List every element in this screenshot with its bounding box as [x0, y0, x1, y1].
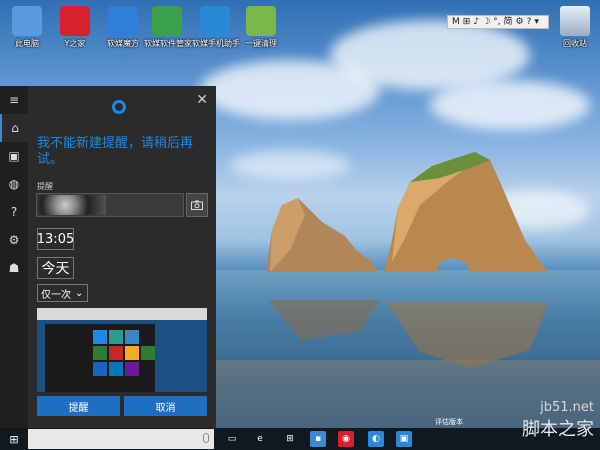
- cancel-button[interactable]: 取消: [124, 396, 207, 416]
- language-bar-item[interactable]: °,: [493, 16, 500, 28]
- language-bar-item[interactable]: ☽: [482, 16, 490, 28]
- language-bar-item[interactable]: ?: [527, 16, 532, 28]
- desktop-shortcut[interactable]: 一键清理: [238, 6, 284, 49]
- language-bar-item[interactable]: ♪: [473, 16, 479, 28]
- cortana-panel: ✕ 我不能新建提醒，请稍后再试。 提醒 13:05 今天 仅一次 ⌄ 提醒 取消: [28, 86, 216, 428]
- preview-start-menu: [45, 324, 155, 392]
- reminder-section-label: 提醒: [37, 182, 53, 191]
- store-tile-icon[interactable]: ▣: [396, 431, 412, 447]
- mofang-icon: [108, 6, 138, 36]
- cleaner-icon: [246, 6, 276, 36]
- settings-icon[interactable]: ⚙: [0, 226, 28, 254]
- phone-assistant-icon: [200, 6, 230, 36]
- explorer-icon[interactable]: ▪: [310, 431, 326, 447]
- day-picker[interactable]: 今天: [37, 257, 74, 279]
- cortana-icon: [112, 100, 126, 114]
- time-picker[interactable]: 13:05: [37, 228, 74, 250]
- windows-icon: ⊞: [9, 432, 19, 446]
- edge-icon[interactable]: e: [252, 431, 268, 447]
- desktop-shortcut[interactable]: 软媒魔方: [100, 6, 146, 49]
- start-button[interactable]: ⊞: [0, 428, 28, 450]
- repeat-dropdown[interactable]: 仅一次 ⌄: [37, 284, 88, 302]
- reminder-text-field[interactable]: [36, 193, 184, 217]
- task-view-icon[interactable]: ▭: [224, 431, 240, 447]
- store-icon[interactable]: ⊞: [282, 431, 298, 447]
- language-bar[interactable]: M ⊞ ♪ ☽ °, 简 ⚙? ▾: [447, 15, 549, 29]
- cortana-message: 我不能新建提醒，请稍后再试。: [37, 136, 194, 167]
- home-icon[interactable]: ⌂: [0, 114, 28, 142]
- language-bar-item[interactable]: ▾: [534, 16, 539, 28]
- camera-icon: [191, 200, 203, 210]
- camera-button[interactable]: [186, 193, 208, 217]
- desktop-shortcut[interactable]: 软媒手机助手: [192, 6, 240, 49]
- phone-assistant-icon[interactable]: ◐: [368, 431, 384, 447]
- cortana-sidebar: ≡ ⌂ ▣ ◍? ⚙ ☗: [0, 86, 28, 428]
- desktop-shortcut-label: 软媒魔方: [107, 39, 139, 48]
- screenshot-preview: [37, 308, 207, 392]
- desktop-shortcut-label: 一键清理: [245, 39, 277, 48]
- recycle-bin[interactable]: 回收站: [552, 6, 598, 49]
- watermark-title: 脚本之家: [522, 419, 594, 440]
- notebook-icon[interactable]: ▣: [0, 142, 28, 170]
- computer-icon: [12, 6, 42, 36]
- ithome-icon[interactable]: ◉: [338, 431, 354, 447]
- desktop-shortcut[interactable]: Y之家: [52, 6, 98, 49]
- chevron-down-icon: ⌄: [75, 287, 84, 299]
- desktop-shortcut-label: 此电脑: [15, 39, 39, 48]
- lightbulb-icon[interactable]: ◍: [0, 170, 28, 198]
- software-manager-icon: [152, 6, 182, 36]
- desktop-shortcut-label: 软媒手机助手: [192, 39, 240, 48]
- repeat-value: 仅一次: [41, 289, 71, 301]
- language-bar-item[interactable]: 简: [504, 16, 513, 28]
- menu-icon[interactable]: ≡: [0, 86, 28, 114]
- language-bar-item[interactable]: ⊞: [463, 16, 471, 28]
- confirm-reminder-button[interactable]: 提醒: [37, 396, 120, 416]
- desktop-shortcut-label: 软媒软件管家: [144, 39, 192, 48]
- watermark-url: jb51.net: [540, 400, 594, 415]
- desktop-shortcut[interactable]: 此电脑: [4, 6, 50, 49]
- ithome-icon: [60, 6, 90, 36]
- desktop-shortcut-label: Y之家: [64, 39, 86, 48]
- photo-thumbnail: [38, 195, 106, 215]
- recycle-bin-icon: [560, 6, 590, 36]
- evaluation-note: 评估版本: [435, 418, 463, 426]
- microphone-icon[interactable]: [203, 433, 209, 443]
- feedback-icon[interactable]: ☗: [0, 254, 28, 282]
- help-icon[interactable]: ?: [0, 198, 28, 226]
- recycle-bin-label: 回收站: [563, 39, 587, 48]
- watermark: jb51.net 脚本之家: [488, 400, 600, 450]
- preview-titlebar: [37, 308, 207, 320]
- close-icon[interactable]: ✕: [196, 92, 208, 108]
- language-bar-item[interactable]: ⚙: [516, 16, 524, 28]
- search-box[interactable]: [28, 429, 214, 449]
- desktop-shortcut[interactable]: 软媒软件管家: [144, 6, 192, 49]
- language-bar-item[interactable]: M: [452, 16, 460, 28]
